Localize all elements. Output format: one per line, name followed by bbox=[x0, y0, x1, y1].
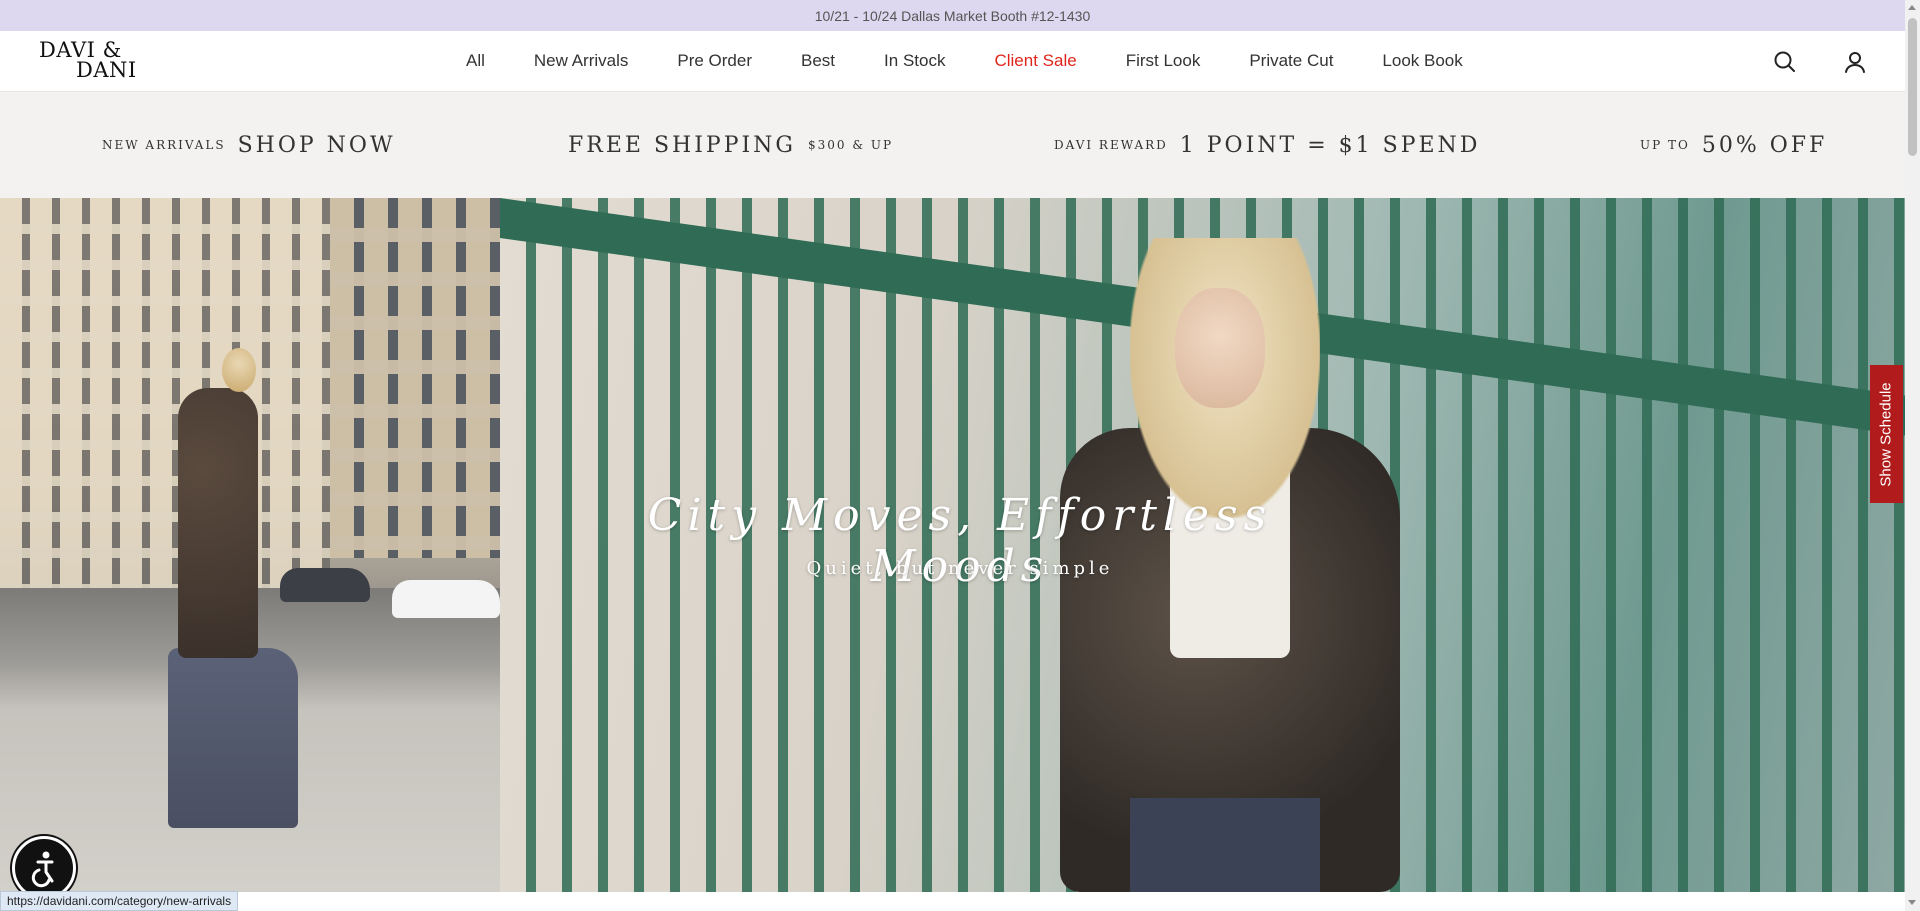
nav-item-new-arrivals[interactable]: New Arrivals bbox=[534, 51, 628, 71]
nav-item-best[interactable]: Best bbox=[801, 51, 835, 71]
nav-item-client-sale[interactable]: Client Sale bbox=[994, 51, 1076, 71]
car-white bbox=[392, 580, 500, 618]
main-nav: All New Arrivals Pre Order Best In Stock… bbox=[466, 31, 1512, 91]
hero-image-right bbox=[500, 198, 1905, 892]
nav-item-look-book[interactable]: Look Book bbox=[1382, 51, 1462, 71]
nav-item-first-look[interactable]: First Look bbox=[1126, 51, 1201, 71]
brand-logo[interactable]: DAVI & DANI bbox=[39, 40, 149, 84]
scroll-up-icon[interactable] bbox=[1908, 5, 1916, 10]
promo-strip: NEW ARRIVALS SHOP NOW FREE SHIPPING $300… bbox=[0, 92, 1905, 198]
model-walking bbox=[168, 348, 308, 838]
accessibility-icon bbox=[31, 851, 54, 888]
promo-new-arrivals-small: NEW ARRIVALS bbox=[102, 138, 226, 152]
hero-image-left bbox=[0, 198, 500, 892]
promo-reward-small: DAVI REWARD bbox=[1054, 138, 1168, 152]
model-head bbox=[222, 348, 256, 392]
promo-free-shipping-small: $300 & UP bbox=[808, 138, 894, 152]
promo-discount: UP TO 50% OFF bbox=[1640, 92, 1827, 198]
scroll-down-icon[interactable] bbox=[1908, 900, 1916, 905]
promo-reward: DAVI REWARD 1 POINT = $1 SPEND bbox=[1054, 92, 1480, 198]
status-url: https://davidani.com/category/new-arriva… bbox=[0, 891, 239, 911]
scrollbar[interactable] bbox=[1905, 0, 1920, 911]
model-pants bbox=[168, 648, 298, 828]
announcement-text: 10/21 - 10/24 Dallas Market Booth #12-14… bbox=[814, 7, 1091, 24]
user-icon[interactable] bbox=[1842, 49, 1868, 75]
nav-item-in-stock[interactable]: In Stock bbox=[884, 51, 945, 71]
promo-new-arrivals[interactable]: NEW ARRIVALS SHOP NOW bbox=[102, 92, 396, 198]
model-face bbox=[1175, 288, 1265, 408]
promo-shop-now: SHOP NOW bbox=[237, 132, 396, 158]
nav-item-all[interactable]: All bbox=[466, 51, 485, 71]
jeans bbox=[1130, 798, 1320, 892]
promo-discount-small: UP TO bbox=[1640, 138, 1690, 152]
promo-free-shipping: FREE SHIPPING $300 & UP bbox=[568, 92, 893, 198]
hero-banner[interactable]: City Moves, Effortless Moods Quiet, but … bbox=[0, 198, 1905, 892]
nav-item-private-cut[interactable]: Private Cut bbox=[1249, 51, 1333, 71]
logo-line-1: DAVI & bbox=[39, 38, 122, 62]
search-icon[interactable] bbox=[1772, 49, 1798, 75]
promo-free-shipping-large: FREE SHIPPING bbox=[568, 132, 797, 158]
scrollbar-thumb[interactable] bbox=[1908, 18, 1917, 156]
promo-reward-large: 1 POINT = $1 SPEND bbox=[1179, 132, 1481, 158]
nav-item-pre-order[interactable]: Pre Order bbox=[677, 51, 752, 71]
promo-discount-large: 50% OFF bbox=[1701, 132, 1828, 158]
model-coat bbox=[178, 388, 258, 658]
show-schedule-label: Show Schedule bbox=[1878, 381, 1895, 487]
logo-line-2: DANI bbox=[76, 58, 137, 82]
announcement-bar: 10/21 - 10/24 Dallas Market Booth #12-14… bbox=[0, 0, 1905, 31]
model-portrait bbox=[1060, 238, 1400, 892]
show-schedule-tab[interactable]: Show Schedule bbox=[1870, 365, 1903, 503]
site-header: DAVI & DANI All New Arrivals Pre Order B… bbox=[0, 31, 1905, 92]
building-right bbox=[330, 198, 500, 558]
